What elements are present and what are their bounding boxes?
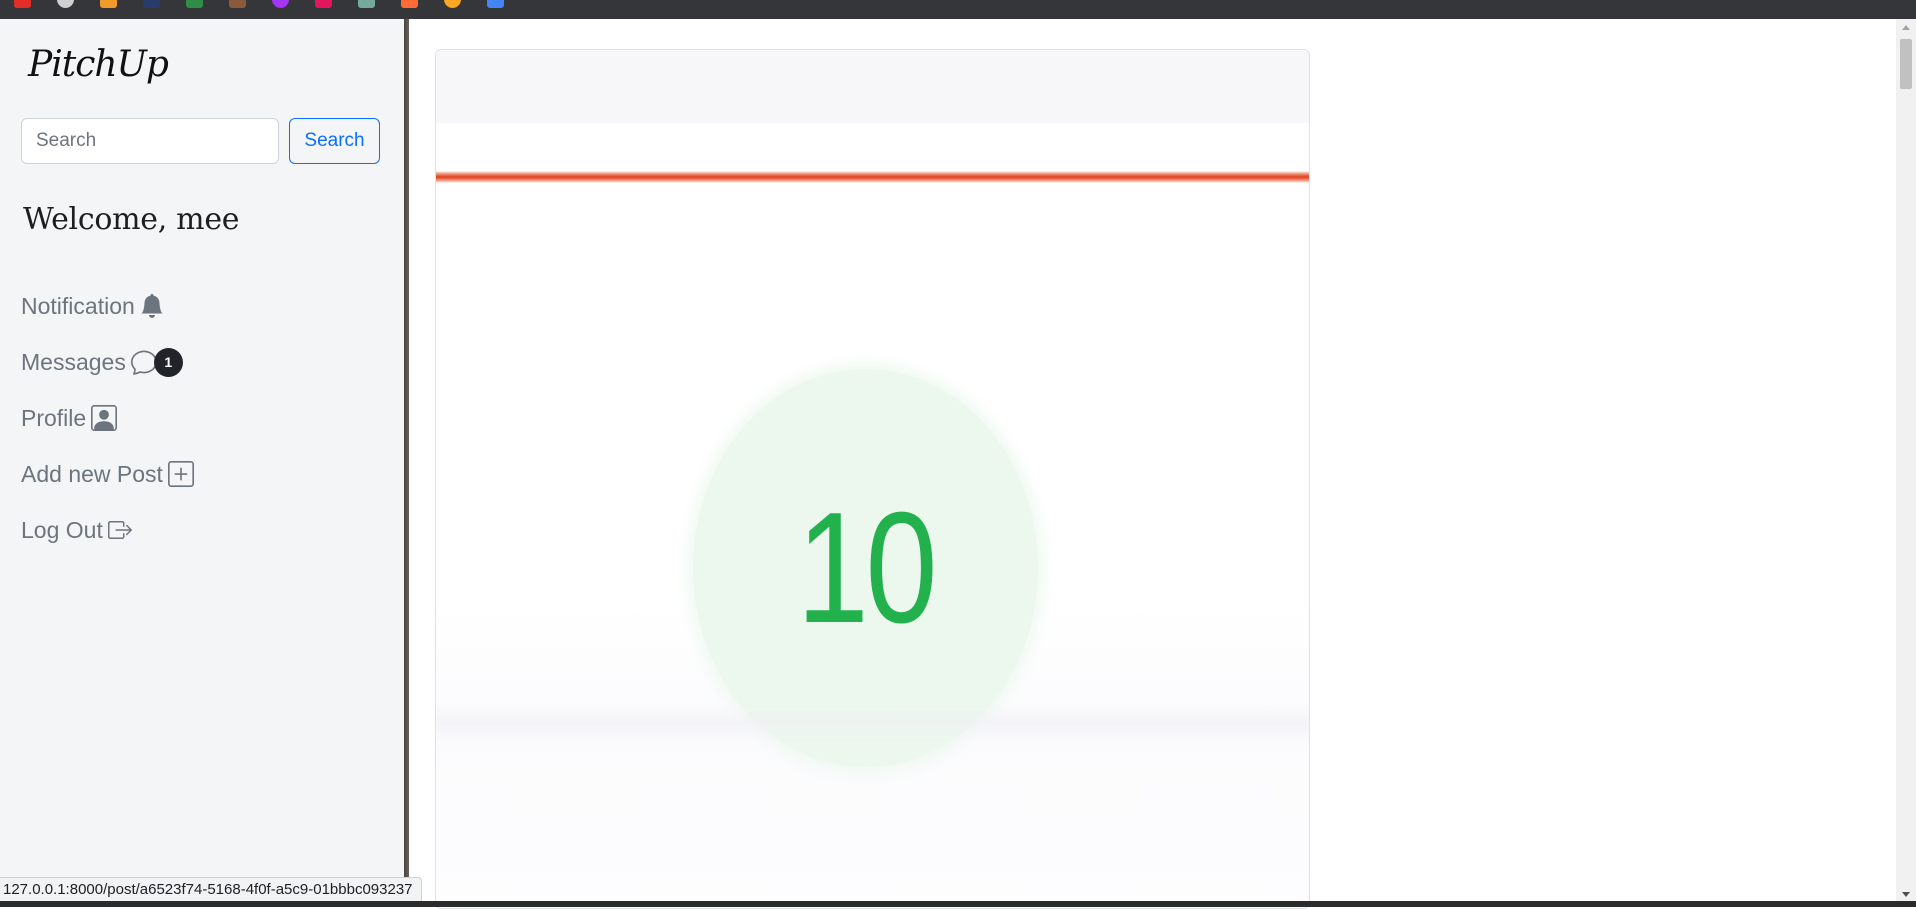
nav-item-label: Add new Post	[21, 460, 163, 487]
scroll-down-arrow-icon[interactable]	[1902, 892, 1910, 897]
bookmark-icon	[143, 0, 160, 8]
bookmark-item[interactable]	[444, 0, 461, 8]
bookmark-item[interactable]	[401, 0, 418, 8]
bookmark-icon	[315, 0, 332, 8]
bookmark-item[interactable]	[186, 0, 203, 8]
bookmark-item[interactable]	[100, 0, 117, 8]
scroll-up-arrow-icon[interactable]	[1902, 25, 1910, 30]
post-image[interactable]: 10	[436, 123, 1309, 908]
bell-icon	[140, 293, 164, 319]
bookmark-icon	[401, 0, 418, 8]
bookmark-icon	[14, 0, 31, 8]
bookmark-item[interactable]	[229, 0, 246, 8]
person-square-icon	[91, 405, 118, 431]
nav-item-label: Notification	[21, 292, 135, 319]
status-url-bubble: 127.0.0.1:8000/post/a6523f74-5168-4f0f-a…	[0, 877, 422, 902]
search-button[interactable]: Search	[289, 118, 380, 164]
bookmark-item[interactable]	[143, 0, 160, 8]
bookmark-icon	[186, 0, 203, 8]
post-card[interactable]: 10	[435, 49, 1310, 909]
bookmark-item[interactable]	[272, 0, 289, 8]
browser-bookmarks-bar	[0, 0, 1916, 19]
chat-icon	[130, 349, 157, 375]
nav-item-add-post[interactable]: Add new Post	[21, 446, 381, 502]
bookmark-item[interactable]	[57, 0, 74, 8]
nav-item-messages[interactable]: Messages 1	[21, 334, 381, 390]
post-card-header	[436, 50, 1309, 123]
post-image-haze	[436, 703, 1309, 743]
bookmark-item[interactable]	[14, 0, 31, 8]
box-arrow-right-icon	[107, 518, 132, 542]
bookmark-icon	[100, 0, 117, 8]
bookmark-item[interactable]	[487, 0, 504, 8]
nav-item-label: Log Out	[21, 516, 103, 543]
nav-item-label: Profile	[21, 404, 87, 431]
search-input[interactable]	[21, 118, 279, 164]
window-bottom-edge	[0, 901, 1916, 907]
sidebar-divider	[404, 19, 409, 907]
app-logo[interactable]: PitchUp	[28, 44, 169, 85]
bookmark-icon	[57, 0, 74, 8]
bookmark-item[interactable]	[358, 0, 375, 8]
plus-square-icon	[167, 461, 194, 487]
nav-item-logout[interactable]: Log Out	[21, 502, 381, 558]
bookmark-icon	[272, 0, 289, 8]
nav-item-profile[interactable]: Profile	[21, 390, 381, 446]
bookmark-icon	[358, 0, 375, 8]
bookmark-icon	[444, 0, 461, 8]
post-image-red-line	[436, 171, 1309, 183]
nav-item-notification[interactable]: Notification	[21, 278, 381, 334]
messages-count-badge: 1	[153, 347, 183, 377]
bookmark-icon	[487, 0, 504, 8]
welcome-heading: Welcome, mee	[23, 202, 240, 237]
page-scrollbar[interactable]	[1896, 19, 1916, 901]
sidebar-nav: Notification Messages 1 Profile Add new …	[21, 278, 381, 558]
bookmark-icon	[229, 0, 246, 8]
nav-item-label: Messages	[21, 348, 126, 375]
bookmark-item[interactable]	[315, 0, 332, 8]
scrollbar-thumb[interactable]	[1900, 39, 1912, 89]
